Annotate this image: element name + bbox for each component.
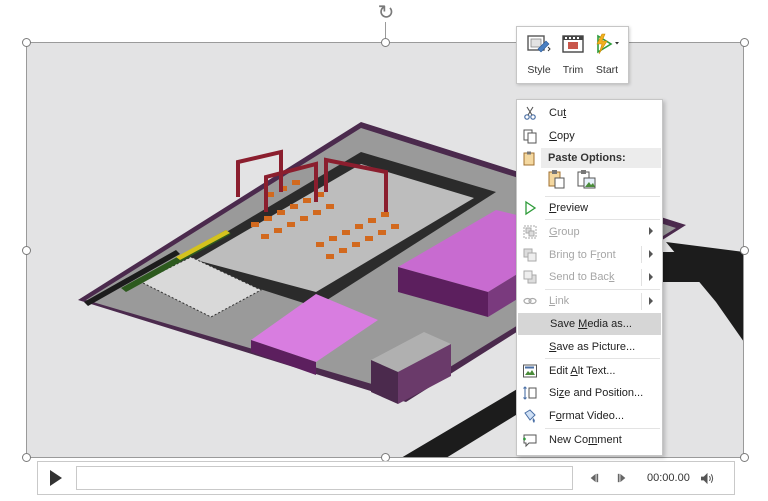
- seek-forward-button[interactable]: [611, 467, 633, 489]
- style-label: Style: [527, 64, 551, 76]
- paste-options-label: Paste Options:: [541, 147, 661, 168]
- paste-options-header: Paste Options:: [517, 147, 662, 168]
- trim-video-icon: [562, 35, 584, 53]
- split-divider: [641, 292, 642, 310]
- group-icon: [517, 222, 543, 242]
- start-label: Start: [595, 64, 619, 76]
- paste-as-picture-icon[interactable]: [575, 168, 597, 195]
- menu-item-label: Format Video...: [549, 410, 625, 423]
- menu-item-label: Edit Alt Text...: [549, 364, 616, 377]
- menu-item-save-as-picture[interactable]: Save as Picture...: [517, 335, 662, 358]
- trim-button[interactable]: Trim: [556, 31, 590, 81]
- seek-back-button[interactable]: [583, 467, 605, 489]
- timeline-track[interactable]: [76, 466, 573, 490]
- resize-handle-bottom-left[interactable]: [22, 453, 31, 462]
- paste-options-row: [517, 168, 662, 196]
- submenu-arrow-icon: [649, 227, 653, 236]
- time-readout: 00:00.00: [647, 472, 690, 484]
- send-back-icon: [517, 267, 543, 287]
- seek-back-icon: [590, 473, 599, 483]
- submenu-arrow-icon: [649, 250, 653, 259]
- rotate-handle-icon[interactable]: ↻: [375, 1, 397, 23]
- mini-toolbar: Style Trim Start: [516, 26, 629, 84]
- start-button[interactable]: Start: [590, 31, 624, 81]
- menu-item-label: Cut: [549, 107, 567, 120]
- menu-item-edit-alt-text[interactable]: Edit Alt Text...: [517, 359, 662, 382]
- resize-handle-left[interactable]: [22, 246, 31, 255]
- menu-item-label: Size and Position...: [549, 387, 644, 400]
- slide-canvas: ↻ Style Trim Start Cut Copy Paste Option…: [0, 0, 768, 501]
- menu-icon-slot: [518, 314, 544, 334]
- submenu-arrow-icon: [649, 272, 653, 281]
- link-icon: [517, 291, 543, 311]
- volume-button[interactable]: [696, 467, 720, 489]
- start-lightning-icon: [596, 33, 619, 55]
- resize-handle-right[interactable]: [740, 246, 749, 255]
- menu-item-bring-to-front[interactable]: Bring to Front: [517, 243, 662, 266]
- bring-front-icon: [517, 245, 543, 265]
- trim-label: Trim: [562, 64, 584, 76]
- seek-forward-icon: [617, 473, 626, 483]
- clipboard-icon: [517, 148, 541, 168]
- menu-item-label: Copy: [549, 130, 575, 143]
- menu-item-label: Save as Picture...: [549, 340, 636, 353]
- menu-item-cut[interactable]: Cut: [517, 102, 662, 125]
- resize-handle-top[interactable]: [381, 38, 390, 47]
- play-outline-icon: [517, 198, 543, 218]
- menu-item-group[interactable]: Group: [517, 220, 662, 243]
- style-button[interactable]: Style: [522, 31, 556, 81]
- media-control-bar: 00:00.00: [37, 461, 735, 495]
- menu-item-new-comment[interactable]: New Comment: [517, 429, 662, 452]
- menu-item-save-media[interactable]: Save Media as...: [518, 312, 661, 336]
- menu-item-preview[interactable]: Preview: [517, 197, 662, 220]
- menu-item-link[interactable]: Link: [517, 290, 662, 313]
- play-icon: [50, 470, 62, 486]
- copy-icon: [517, 126, 543, 146]
- menu-item-label: Group: [549, 225, 580, 238]
- format-video-icon: [517, 406, 543, 426]
- resize-handle-bottom-right[interactable]: [740, 453, 749, 462]
- split-divider: [641, 268, 642, 286]
- comment-icon: [517, 430, 543, 450]
- menu-item-size-and-position[interactable]: Size and Position...: [517, 382, 662, 405]
- split-divider: [641, 246, 642, 264]
- menu-item-label: Link: [549, 295, 570, 308]
- resize-handle-top-left[interactable]: [22, 38, 31, 47]
- scissors-icon: [517, 103, 543, 123]
- menu-item-label: Preview: [549, 201, 589, 214]
- menu-item-format-video[interactable]: Format Video...: [517, 405, 662, 428]
- video-style-icon: [527, 35, 551, 53]
- menu-item-label: Save Media as...: [550, 317, 632, 330]
- submenu-arrow-icon: [649, 296, 653, 305]
- menu-icon-slot: [517, 337, 543, 357]
- size-position-icon: [517, 383, 543, 403]
- resize-handle-top-right[interactable]: [740, 38, 749, 47]
- menu-item-label: New Comment: [549, 433, 622, 446]
- menu-item-label: Bring to Front: [549, 248, 616, 261]
- paste-keep-source-icon[interactable]: [545, 168, 567, 195]
- speaker-icon: [701, 472, 714, 484]
- alt-text-icon: [517, 361, 543, 381]
- context-menu: Cut Copy Paste Options: Preview Group Br…: [516, 99, 663, 456]
- menu-item-copy[interactable]: Copy: [517, 125, 662, 148]
- menu-item-send-to-back[interactable]: Send to Back: [517, 266, 662, 289]
- menu-item-label: Send to Back: [549, 271, 615, 284]
- play-button[interactable]: [38, 462, 70, 494]
